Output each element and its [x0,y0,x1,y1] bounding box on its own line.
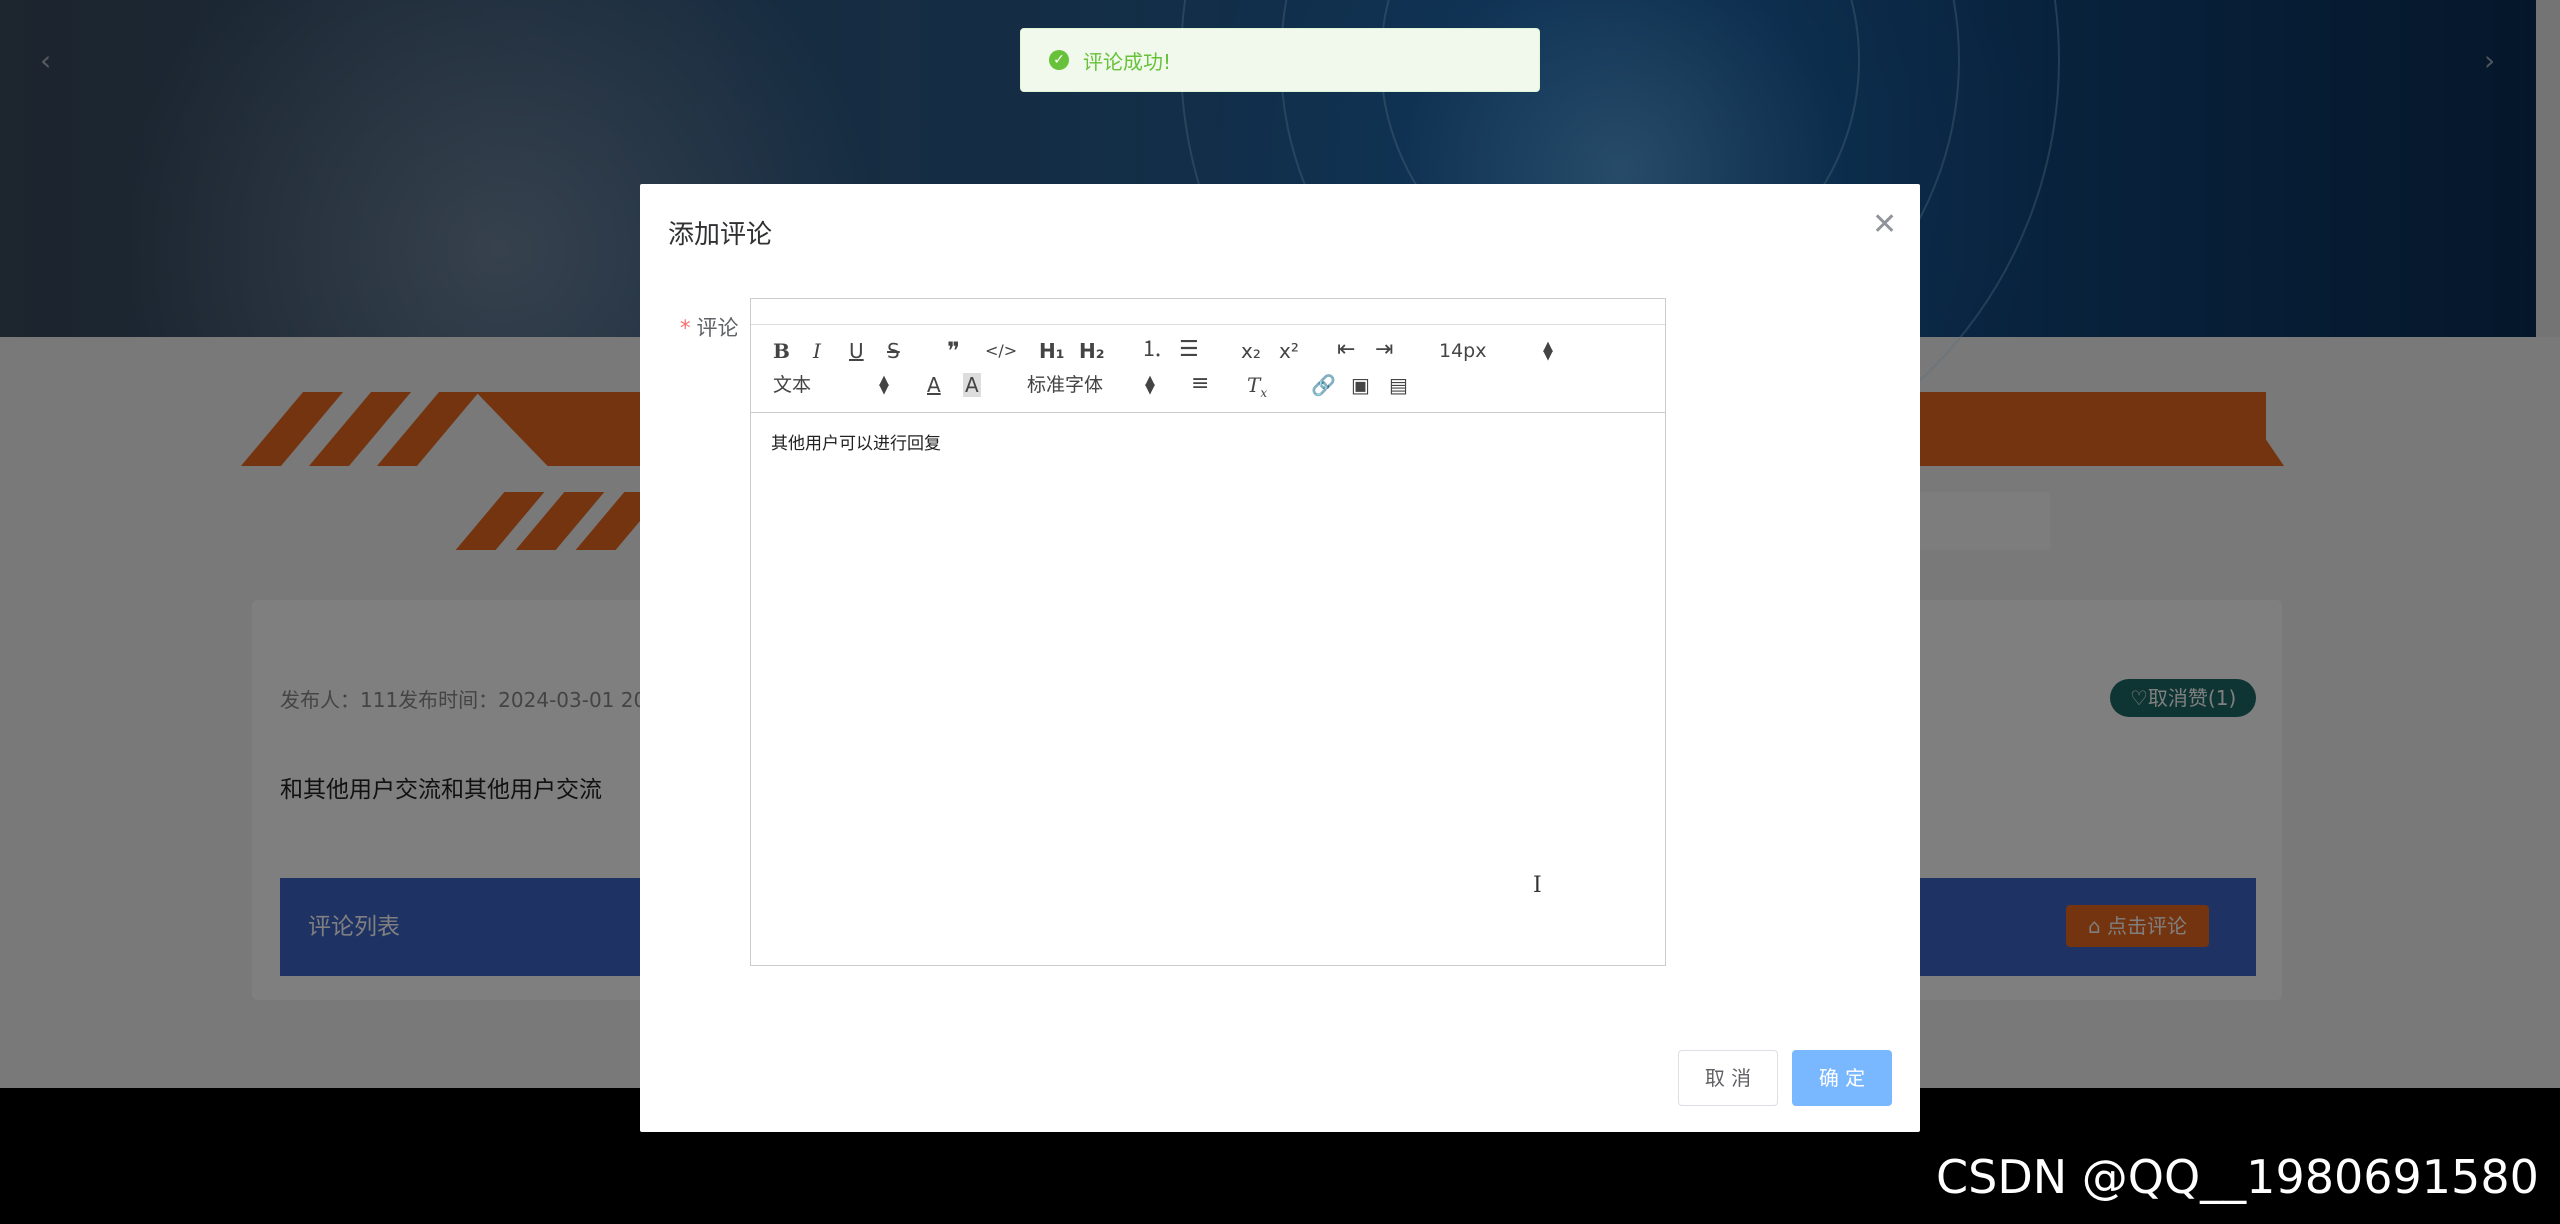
check-circle-icon: ✓ [1049,50,1069,70]
rich-text-editor[interactable]: B I U S ❞ </> H₁ H₂ ⒈ ☰ x₂ x² ⇤ ⇥ 14px ▲… [750,298,1666,966]
ordered-list-icon[interactable]: ⒈ [1141,338,1163,362]
outdent-icon[interactable]: ⇤ [1337,338,1355,362]
editor-toolbar: B I U S ❞ </> H₁ H₂ ⒈ ☰ x₂ x² ⇤ ⇥ 14px ▲… [751,325,1665,413]
toast-message: 评论成功! [1083,49,1172,74]
subscript-icon[interactable]: x₂ [1241,339,1261,363]
select-arrows-icon: ▲ ▼ [1543,339,1553,363]
cancel-button[interactable]: 取 消 [1678,1050,1778,1106]
text-cursor-icon: I [1533,873,1542,898]
video-icon[interactable]: ▤ [1389,373,1408,397]
indent-icon[interactable]: ⇥ [1375,338,1393,362]
heading1-icon[interactable]: H₁ [1039,339,1065,363]
blockquote-icon[interactable]: ❞ [947,339,960,363]
bold-icon[interactable]: B [773,339,790,363]
font-color-icon[interactable]: A [927,373,941,397]
add-comment-dialog: 添加评论 ✕ * 评论 B I U S ❞ </> H₁ H₂ ⒈ ☰ x₂ x²… [640,184,1920,1132]
underline-icon[interactable]: U [849,339,864,363]
font-size-select[interactable]: 14px ▲ ▼ [1439,339,1557,363]
editor-content[interactable]: 其他用户可以进行回复 [771,429,941,454]
success-toast: ✓ 评论成功! [1020,28,1540,92]
heading-select[interactable]: 文本 ▲ ▼ [773,373,891,397]
dialog-title: 添加评论 [668,220,773,250]
bullet-list-icon[interactable]: ☰ [1179,338,1199,362]
comment-field-label: * 评论 [680,316,739,340]
align-left-icon[interactable]: ≡ [1191,372,1209,396]
code-block-icon[interactable]: </> [985,339,1017,363]
select-arrows-icon: ▲ ▼ [1145,373,1155,397]
italic-icon[interactable]: I [813,339,821,363]
watermark: CSDN @QQ__1980691580 [1936,1150,2539,1204]
strikethrough-icon[interactable]: S [887,339,900,363]
background-color-icon[interactable]: A [963,373,981,397]
heading2-icon[interactable]: H₂ [1079,339,1105,363]
superscript-icon[interactable]: x² [1279,339,1299,363]
confirm-button[interactable]: 确 定 [1792,1050,1892,1106]
editor-top-border [751,299,1665,325]
link-icon[interactable]: 🔗 [1311,373,1336,397]
image-icon[interactable]: ▣ [1351,373,1370,397]
clear-format-icon[interactable]: Tx [1247,373,1267,405]
select-arrows-icon: ▲ ▼ [879,373,889,397]
font-family-select[interactable]: 标准字体 ▲ ▼ [1027,373,1155,397]
close-icon[interactable]: ✕ [1872,210,1897,240]
